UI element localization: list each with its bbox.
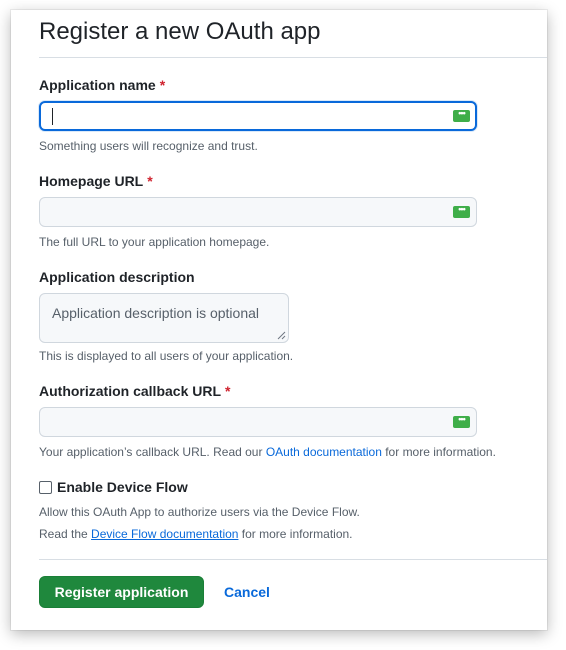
- callback-url-hint: Your application’s callback URL. Read ou…: [39, 445, 496, 459]
- device-flow-docs-prefix: Read the: [39, 527, 92, 541]
- app-name-input[interactable]: •••: [39, 101, 477, 131]
- homepage-url-hint: The full URL to your application homepag…: [39, 235, 270, 249]
- app-name-label: Application name *: [39, 77, 165, 93]
- register-application-button[interactable]: Register application: [39, 576, 204, 608]
- homepage-url-input[interactable]: •••: [39, 197, 477, 227]
- callback-hint-prefix: Your application’s callback URL. Read ou…: [39, 445, 266, 459]
- required-marker: *: [159, 77, 166, 93]
- password-manager-icon[interactable]: •••: [453, 109, 470, 122]
- description-textarea[interactable]: Application description is optional: [39, 293, 289, 343]
- homepage-url-label-text: Homepage URL: [39, 173, 144, 189]
- actions-divider: [39, 559, 547, 560]
- callback-url-label: Authorization callback URL *: [39, 383, 230, 399]
- homepage-url-label: Homepage URL *: [39, 173, 153, 189]
- password-manager-icon[interactable]: •••: [453, 415, 470, 428]
- callback-hint-suffix: for more information.: [381, 445, 496, 459]
- enable-device-flow-label[interactable]: Enable Device Flow: [57, 479, 188, 495]
- device-flow-docs-suffix: for more information.: [238, 527, 353, 541]
- page-title: Register a new OAuth app: [39, 18, 321, 45]
- resize-grip-icon[interactable]: [277, 331, 286, 340]
- oauth-documentation-link[interactable]: OAuth documentation: [266, 445, 382, 459]
- device-flow-documentation-link[interactable]: Device Flow documentation: [91, 527, 238, 541]
- device-flow-hint: Allow this OAuth App to authorize users …: [39, 505, 360, 519]
- callback-url-label-text: Authorization callback URL: [39, 383, 222, 399]
- description-label: Application description: [39, 269, 195, 285]
- text-caret: [52, 108, 53, 125]
- description-placeholder: Application description is optional: [52, 305, 260, 321]
- callback-url-input[interactable]: •••: [39, 407, 477, 437]
- required-marker: *: [147, 173, 153, 189]
- cancel-button[interactable]: Cancel: [224, 576, 270, 608]
- app-name-label-text: Application name: [39, 77, 156, 93]
- device-flow-docs-hint: Read the Device Flow documentation for m…: [39, 527, 353, 541]
- oauth-app-form-window: Register a new OAuth app Application nam…: [11, 10, 547, 630]
- title-divider: [39, 57, 547, 58]
- description-hint: This is displayed to all users of your a…: [39, 349, 294, 363]
- app-name-hint: Something users will recognize and trust…: [39, 139, 258, 153]
- password-manager-icon[interactable]: •••: [453, 205, 470, 218]
- enable-device-flow-checkbox[interactable]: [39, 481, 52, 494]
- required-marker: *: [225, 383, 231, 399]
